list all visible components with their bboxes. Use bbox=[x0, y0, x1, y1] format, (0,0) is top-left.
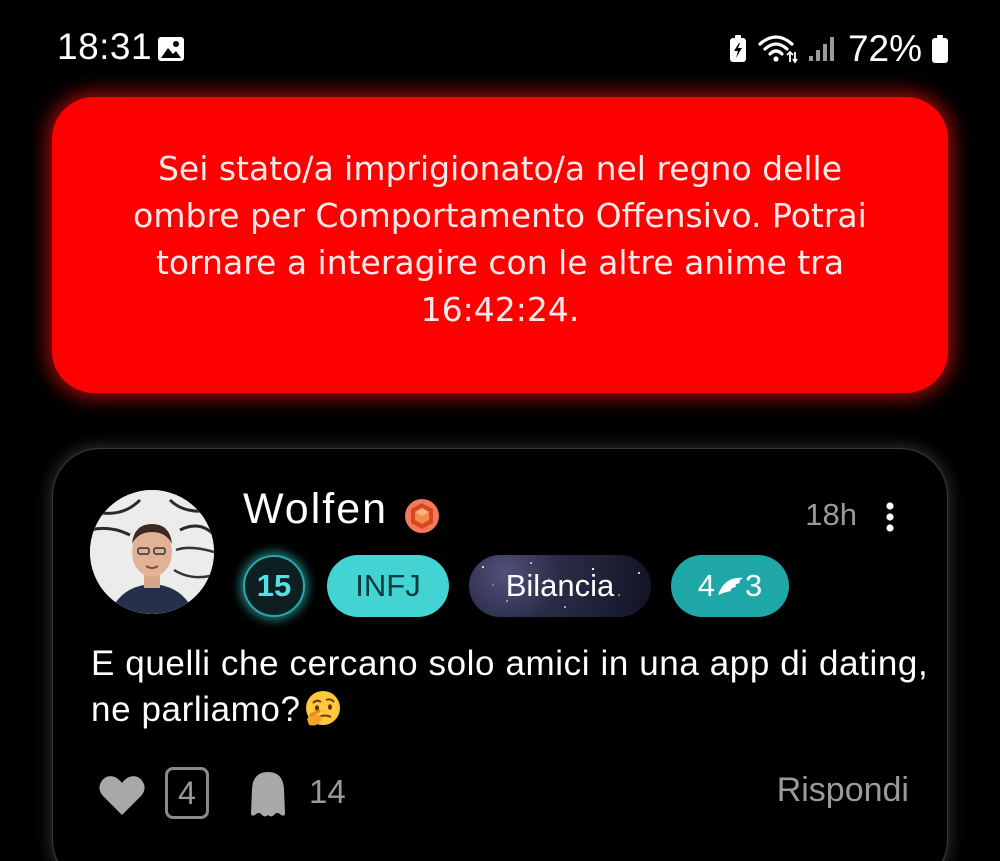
post-timestamp: 18h bbox=[805, 497, 857, 532]
app-screen: 18:31 72% Sei stato/a imprigionato/a nel… bbox=[0, 0, 1000, 861]
zodiac-value: Bilancia bbox=[505, 568, 615, 603]
avatar[interactable] bbox=[90, 490, 214, 614]
like-count: 4 bbox=[165, 767, 209, 819]
wifi-icon bbox=[758, 35, 798, 64]
heart-icon[interactable] bbox=[97, 773, 147, 817]
post-body: E quelli che cercano solo amici in una a… bbox=[91, 641, 931, 733]
wings-right-value: 3 bbox=[745, 568, 763, 603]
ban-notice-text: Sei stato/a imprigionato/a nel regno del… bbox=[133, 149, 867, 329]
post-card[interactable]: Wolfen 18h 15 INFJ Bilancia 4 3 E quelli… bbox=[52, 448, 948, 861]
username[interactable]: Wolfen bbox=[243, 485, 388, 534]
zodiac-badge: Bilancia bbox=[469, 555, 651, 617]
post-text: E quelli che cercano solo amici in una a… bbox=[91, 644, 929, 729]
battery-percent: 72% bbox=[847, 28, 922, 69]
status-bar: 18:31 72% bbox=[0, 0, 1000, 96]
post-actions: 4 14 Rispondi bbox=[53, 763, 949, 823]
battery-icon bbox=[932, 35, 948, 63]
image-icon bbox=[158, 37, 184, 61]
signal-icon bbox=[808, 37, 834, 61]
more-options-icon[interactable] bbox=[885, 501, 895, 533]
gem-icon bbox=[405, 499, 439, 533]
avatar-photo bbox=[90, 490, 214, 614]
level-value: 15 bbox=[256, 568, 292, 603]
ghost-icon[interactable] bbox=[245, 769, 291, 819]
wings-badge: 4 3 bbox=[671, 555, 789, 617]
mbti-value: INFJ bbox=[355, 568, 421, 603]
mbti-badge: INFJ bbox=[327, 555, 449, 617]
status-time: 18:31 bbox=[57, 26, 153, 67]
status-right-group: 72% bbox=[728, 26, 948, 72]
ban-notice-banner: Sei stato/a imprigionato/a nel regno del… bbox=[52, 97, 948, 393]
thinking-face-icon bbox=[305, 691, 340, 726]
reply-button[interactable]: Rispondi bbox=[777, 771, 909, 810]
level-badge: 15 bbox=[243, 555, 305, 617]
wing-icon bbox=[718, 577, 743, 595]
battery-saver-icon bbox=[729, 35, 746, 62]
ghost-count: 14 bbox=[309, 773, 346, 810]
wings-left-value: 4 bbox=[697, 568, 715, 603]
